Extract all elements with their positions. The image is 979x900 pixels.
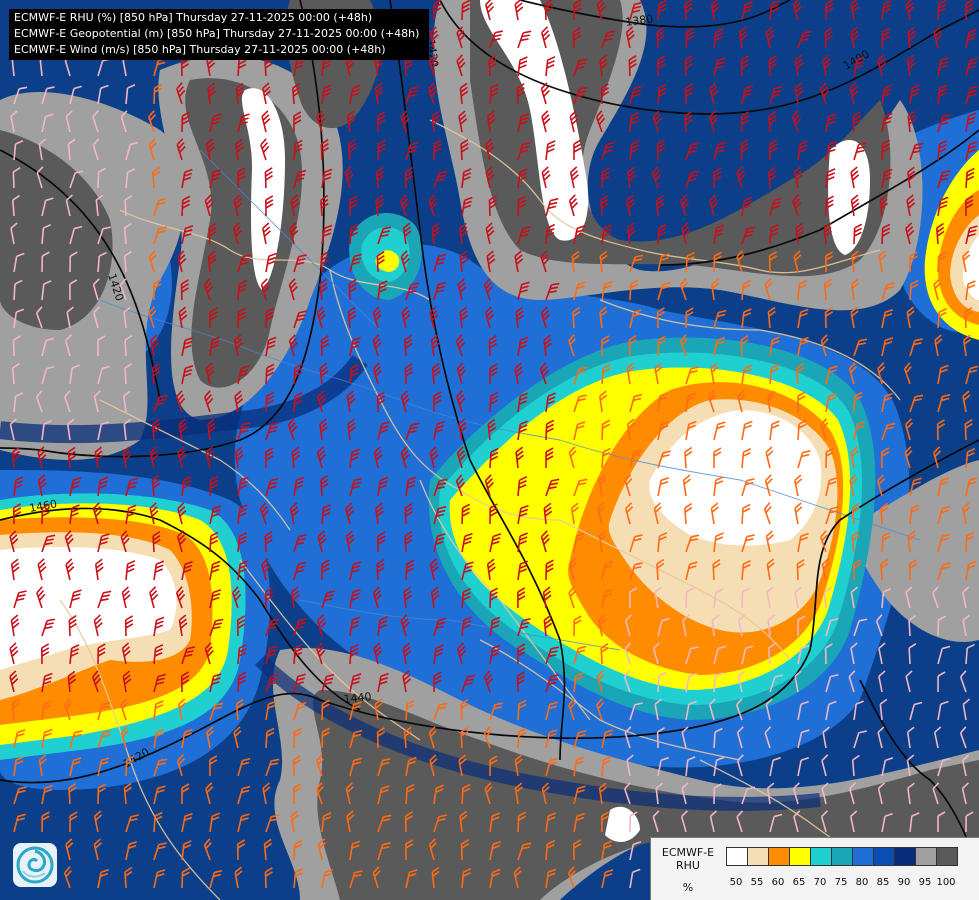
legend-swatch	[768, 847, 790, 866]
legend-swatch	[789, 847, 811, 866]
legend-panel: ECMWF-E RHU % 50 55 60 65 70 75 80 85 90 95 100	[650, 837, 979, 900]
legend-swatch	[873, 847, 895, 866]
legend-tick-label: 90	[897, 877, 911, 888]
ecmwf-swirl-icon	[13, 843, 57, 887]
legend-swatch	[831, 847, 853, 866]
weather-map[interactable]: 1380 1400 1420 1420 1460 1440 1420	[0, 0, 979, 900]
legend-tick-label: 60	[771, 877, 785, 888]
legend-swatches	[726, 847, 958, 866]
legend-swatch	[915, 847, 937, 866]
title-line-geopotential: ECMWF-E Geopotential (m) [850 hPa] Thurs…	[14, 27, 420, 40]
legend-unit: %	[682, 881, 694, 894]
legend-swatch	[810, 847, 832, 866]
legend-tick-label: 80	[855, 877, 869, 888]
legend-swatch	[747, 847, 769, 866]
legend-tick-label: 75	[834, 877, 848, 888]
legend-tick-label: 85	[876, 877, 890, 888]
legend-title-line1: ECMWF-E	[661, 846, 715, 859]
legend-ticks: 50 55 60 65 70 75 80 85 90 95 100	[726, 877, 978, 891]
legend-title-line2: RHU	[676, 859, 700, 872]
legend-tick-label: 100	[936, 877, 956, 888]
legend-swatch	[936, 847, 958, 866]
legend-swatch	[894, 847, 916, 866]
legend-tick-label: 50	[729, 877, 743, 888]
title-line-wind: ECMWF-E Wind (m/s) [850 hPa] Thursday 27…	[14, 43, 386, 56]
legend-title: ECMWF-E RHU	[651, 846, 725, 872]
map-viewer: 1380 1400 1420 1420 1460 1440 1420 ECMWF…	[0, 0, 979, 900]
legend-tick-label: 95	[918, 877, 932, 888]
legend-swatch	[852, 847, 874, 866]
title-line-rhu: ECMWF-E RHU (%) [850 hPa] Thursday 27-11…	[14, 11, 373, 24]
legend-tick-label: 70	[813, 877, 827, 888]
legend-tick-label: 65	[792, 877, 806, 888]
legend-tick-label: 55	[750, 877, 764, 888]
legend-swatch	[726, 847, 748, 866]
title-box: ECMWF-E RHU (%) [850 hPa] Thursday 27-11…	[9, 9, 429, 60]
